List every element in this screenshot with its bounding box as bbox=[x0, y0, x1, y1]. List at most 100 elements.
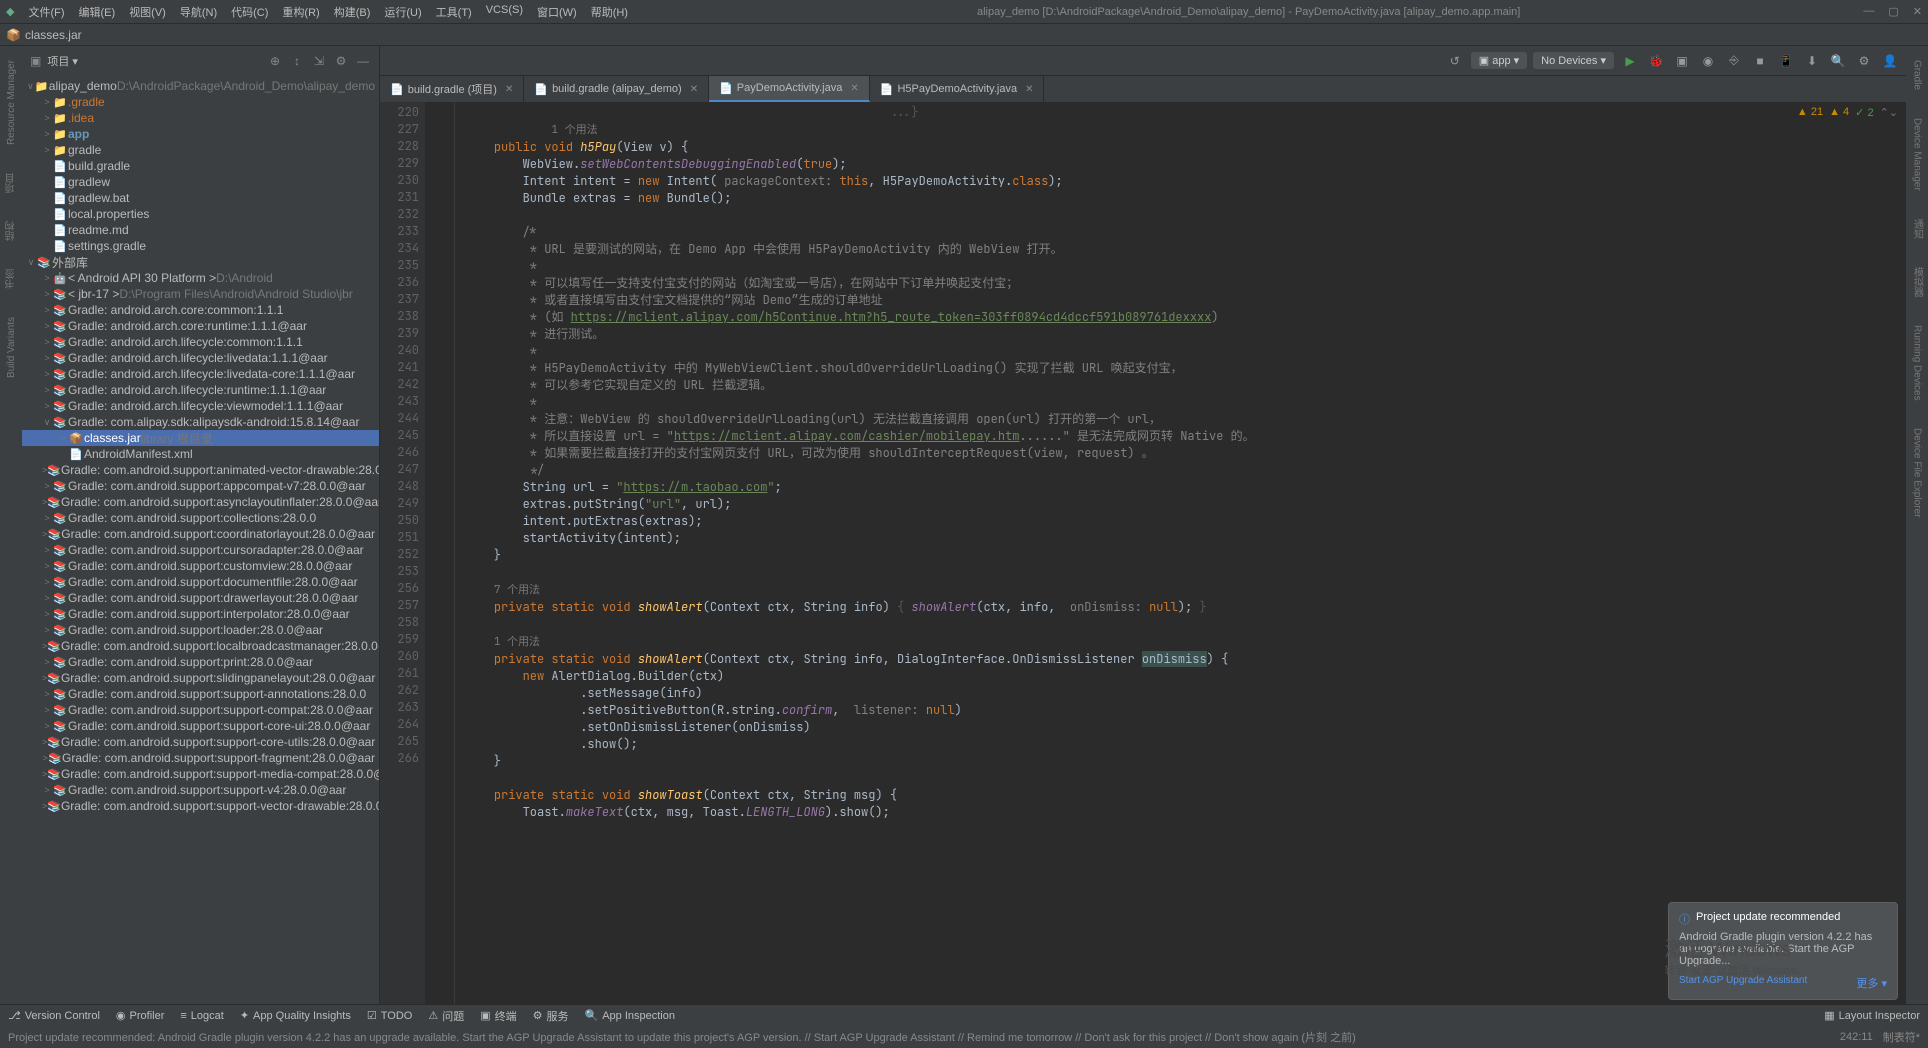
tree-item[interactable]: >📚Gradle: com.android.support:support-v4… bbox=[22, 782, 379, 798]
menu-item[interactable]: 重构(R) bbox=[276, 2, 325, 22]
chevron-icon[interactable]: > bbox=[58, 433, 68, 443]
tree-item[interactable]: 📄gradlew.bat bbox=[22, 190, 379, 206]
chevron-icon[interactable]: > bbox=[42, 129, 52, 139]
expand-icon[interactable]: ↕ bbox=[289, 54, 305, 68]
profiler-icon[interactable]: ◉ bbox=[1698, 54, 1718, 68]
coverage-icon[interactable]: ▣ bbox=[1672, 54, 1692, 68]
account-icon[interactable]: 👤 bbox=[1880, 54, 1900, 68]
tree-item[interactable]: >📚Gradle: com.android.support:support-co… bbox=[22, 718, 379, 734]
close-icon[interactable]: ✕ bbox=[690, 84, 698, 95]
tree-item[interactable]: >📚Gradle: com.android.support:appcompat-… bbox=[22, 478, 379, 494]
editor-tab[interactable]: 📄H5PayDemoActivity.java✕ bbox=[870, 76, 1045, 102]
chevron-icon[interactable]: > bbox=[42, 337, 52, 347]
warnings-count[interactable]: ▲ 21 bbox=[1797, 106, 1823, 119]
tree-item[interactable]: 📄local.properties bbox=[22, 206, 379, 222]
run-icon[interactable]: ▶ bbox=[1620, 54, 1640, 68]
indent-setting[interactable]: 制表符* bbox=[1883, 1029, 1920, 1045]
chevron-icon[interactable]: > bbox=[42, 609, 52, 619]
tree-item[interactable]: >📚Gradle: com.android.support:customview… bbox=[22, 558, 379, 574]
tree-item[interactable]: >📚Gradle: android.arch.lifecycle:livedat… bbox=[22, 366, 379, 382]
menu-item[interactable]: 运行(U) bbox=[378, 2, 427, 22]
chevron-icon[interactable]: > bbox=[42, 705, 52, 715]
tree-item[interactable]: >📚< jbr-17 > D:\Program Files\Android\An… bbox=[22, 286, 379, 302]
chevron-icon[interactable]: > bbox=[42, 97, 52, 107]
tree-item[interactable]: 📄settings.gradle bbox=[22, 238, 379, 254]
tool-tab[interactable]: Running Devices bbox=[1912, 321, 1923, 405]
breadcrumb[interactable]: 📦 classes.jar bbox=[6, 28, 82, 42]
tree-item[interactable]: >📚Gradle: com.android.support:support-co… bbox=[22, 734, 379, 750]
project-tree[interactable]: ∨📁alipay_demo D:\AndroidPackage\Android_… bbox=[22, 76, 379, 1004]
chevron-icon[interactable]: > bbox=[42, 561, 52, 571]
module-selector[interactable]: ▣ app ▾ bbox=[1471, 52, 1527, 69]
menu-item[interactable]: 视图(V) bbox=[123, 2, 172, 22]
tool-tab[interactable]: 结构 bbox=[4, 217, 19, 245]
tree-item[interactable]: >📚Gradle: com.android.support:localbroad… bbox=[22, 638, 379, 654]
tree-item[interactable]: >📚Gradle: android.arch.lifecycle:common:… bbox=[22, 334, 379, 350]
tree-item[interactable]: >📚Gradle: com.android.support:interpolat… bbox=[22, 606, 379, 622]
attach-icon[interactable]: ⎆ bbox=[1724, 53, 1744, 68]
device-selector[interactable]: No Devices ▾ bbox=[1533, 52, 1614, 69]
notification-action-more[interactable]: 更多 ▾ bbox=[1856, 975, 1887, 991]
sdk-icon[interactable]: ⬇ bbox=[1802, 54, 1822, 68]
tree-item[interactable]: >📚Gradle: com.android.support:drawerlayo… bbox=[22, 590, 379, 606]
menu-item[interactable]: 帮助(H) bbox=[585, 2, 634, 22]
search-icon[interactable]: 🔍 bbox=[1828, 54, 1848, 68]
chevron-icon[interactable]: > bbox=[42, 305, 52, 315]
tree-item[interactable]: >📚Gradle: com.android.support:collection… bbox=[22, 510, 379, 526]
settings-icon[interactable]: ⚙ bbox=[1854, 54, 1874, 68]
tree-item[interactable]: >📚Gradle: com.android.support:slidingpan… bbox=[22, 670, 379, 686]
tree-item[interactable]: >📚Gradle: android.arch.lifecycle:livedat… bbox=[22, 350, 379, 366]
layout-inspector[interactable]: ▦Layout Inspector bbox=[1824, 1009, 1920, 1022]
ok-count[interactable]: ✓ 2 bbox=[1855, 106, 1873, 119]
bottom-tool-item[interactable]: ▣终端 bbox=[480, 1008, 516, 1024]
bottom-tool-item[interactable]: ✦App Quality Insights bbox=[240, 1009, 351, 1022]
tree-item[interactable]: 📄gradlew bbox=[22, 174, 379, 190]
bottom-tool-item[interactable]: ⎇Version Control bbox=[8, 1009, 100, 1022]
chevron-icon[interactable]: > bbox=[42, 721, 52, 731]
chevron-icon[interactable]: > bbox=[42, 689, 52, 699]
notification-action-start[interactable]: Start AGP Upgrade Assistant bbox=[1679, 975, 1807, 991]
close-icon[interactable]: ✕ bbox=[505, 84, 513, 95]
code-editor[interactable]: ...} 1 个用法 public void h5Pay(View v) { W… bbox=[455, 102, 1906, 1004]
tree-item[interactable]: >📚Gradle: com.android.support:support-ve… bbox=[22, 798, 379, 814]
chevron-icon[interactable]: > bbox=[42, 401, 52, 411]
chevron-icon[interactable]: > bbox=[42, 369, 52, 379]
close-icon[interactable]: ✕ bbox=[850, 83, 858, 94]
collapse-icon[interactable]: ⇲ bbox=[311, 54, 327, 68]
bottom-tool-item[interactable]: ≡Logcat bbox=[180, 1010, 223, 1022]
editor-tab[interactable]: 📄build.gradle (alipay_demo)✕ bbox=[524, 76, 709, 102]
tool-tab[interactable]: Gradle bbox=[1912, 56, 1923, 94]
chevron-icon[interactable]: > bbox=[42, 113, 52, 123]
bottom-tool-item[interactable]: 🔍App Inspection bbox=[584, 1009, 674, 1022]
chevron-icon[interactable]: > bbox=[42, 577, 52, 587]
close-icon[interactable]: ✕ bbox=[1025, 84, 1033, 95]
tree-item[interactable]: >📁app bbox=[22, 126, 379, 142]
chevron-icon[interactable]: > bbox=[42, 273, 52, 283]
menu-item[interactable]: 工具(T) bbox=[430, 2, 478, 22]
bottom-tool-item[interactable]: ⚙服务 bbox=[533, 1008, 569, 1024]
chevron-icon[interactable]: > bbox=[42, 353, 52, 363]
tree-item[interactable]: ∨📁alipay_demo D:\AndroidPackage\Android_… bbox=[22, 78, 379, 94]
editor-tab[interactable]: 📄PayDemoActivity.java✕ bbox=[709, 76, 870, 102]
tree-item[interactable]: 📄build.gradle bbox=[22, 158, 379, 174]
tree-item[interactable]: >📦classes.jar library 根目录 bbox=[22, 430, 379, 446]
tree-item[interactable]: >📚Gradle: com.android.support:support-an… bbox=[22, 686, 379, 702]
chevron-up-down-icon[interactable]: ⌃⌄ bbox=[1880, 106, 1898, 119]
tree-item[interactable]: 📄readme.md bbox=[22, 222, 379, 238]
tool-tab[interactable]: 模拟器 bbox=[1910, 263, 1925, 301]
close-icon[interactable]: ✕ bbox=[1913, 5, 1922, 18]
debug-icon[interactable]: 🐞 bbox=[1646, 54, 1666, 68]
maximize-icon[interactable]: ▢ bbox=[1888, 5, 1898, 18]
tool-tab[interactable]: Device Manager bbox=[1912, 114, 1923, 195]
chevron-icon[interactable]: > bbox=[42, 321, 52, 331]
chevron-icon[interactable]: > bbox=[42, 145, 52, 155]
editor-tab[interactable]: 📄build.gradle (项目)✕ bbox=[380, 76, 524, 102]
tree-item[interactable]: >📚Gradle: com.android.support:support-fr… bbox=[22, 750, 379, 766]
tree-item[interactable]: >📁.gradle bbox=[22, 94, 379, 110]
avd-icon[interactable]: 📱 bbox=[1776, 54, 1796, 68]
tree-item[interactable]: ∨📚外部库 bbox=[22, 254, 379, 270]
menu-item[interactable]: 导航(N) bbox=[174, 2, 223, 22]
tree-item[interactable]: >📚Gradle: com.android.support:documentfi… bbox=[22, 574, 379, 590]
bottom-tool-item[interactable]: ⚠问题 bbox=[428, 1008, 464, 1024]
chevron-icon[interactable]: > bbox=[42, 289, 52, 299]
